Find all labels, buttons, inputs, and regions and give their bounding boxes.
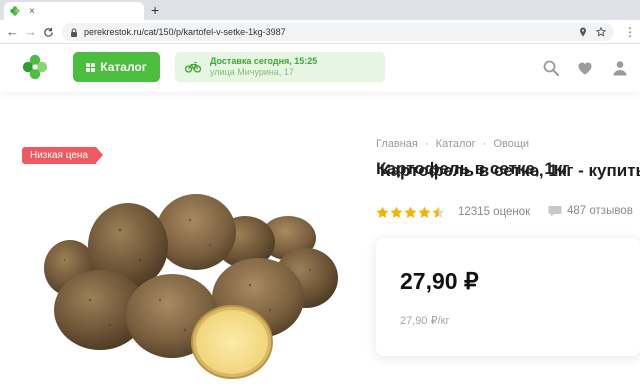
breadcrumb: Главная · Каталог · Овощи xyxy=(376,138,529,150)
url-text: perekrestok.ru/cat/150/p/kartofel-v-setk… xyxy=(84,27,286,37)
breadcrumb-home[interactable]: Главная xyxy=(376,138,418,150)
price-card: 27,90 ₽ 27,90 ₽/кг xyxy=(376,238,640,356)
heart-icon[interactable] xyxy=(577,60,593,76)
delivery-time: Доставка сегодня, 15:25 xyxy=(210,56,318,66)
rating-stars[interactable] xyxy=(376,205,445,219)
ratings-count[interactable]: 12315 оценок xyxy=(458,206,530,218)
browser-toolbar: ← → perekrestok.ru/cat/150/p/kartofel-v-… xyxy=(0,20,640,44)
delivery-address: улица Мичурина, 17 xyxy=(210,67,294,77)
star-full-icon xyxy=(418,206,431,218)
star-full-icon xyxy=(390,206,403,218)
reviews-count: 487 отзывов xyxy=(567,205,633,217)
catalog-button[interactable]: Каталог xyxy=(73,52,160,82)
perekrestok-favicon-icon xyxy=(10,6,20,16)
reviews-link[interactable]: 487 отзывов xyxy=(548,205,633,217)
unit-price: 27,90 ₽/кг xyxy=(400,315,450,327)
breadcrumb-vegetables[interactable]: Овощи xyxy=(493,138,529,150)
catalog-label: Каталог xyxy=(100,60,147,74)
grid-icon xyxy=(86,62,96,72)
perekrestok-logo-icon[interactable] xyxy=(22,54,48,80)
product-title: Картофель в сетке, 1кг xyxy=(376,159,570,178)
breadcrumb-separator: · xyxy=(482,138,487,150)
star-half-icon xyxy=(432,206,445,218)
lock-icon xyxy=(71,27,77,37)
star-full-icon xyxy=(376,206,389,218)
bicycle-icon xyxy=(185,61,201,73)
user-icon[interactable] xyxy=(612,60,628,76)
bookmark-star-icon[interactable] xyxy=(596,27,606,37)
browser-tab[interactable]: Картофель в сетке, 1кг - купить × xyxy=(4,2,640,180)
address-bar[interactable]: perekrestok.ru/cat/150/p/kartofel-v-setk… xyxy=(62,23,614,41)
browser-tab-bar: Картофель в сетке, 1кг - купить × + xyxy=(0,0,640,180)
reload-icon[interactable] xyxy=(43,27,54,38)
new-tab-button[interactable]: + xyxy=(151,2,159,18)
comment-bubble-icon xyxy=(548,206,562,217)
site-header: Каталог Доставка сегодня, 15:25 улица Ми… xyxy=(0,44,640,92)
forward-button[interactable]: → xyxy=(24,24,37,40)
star-full-icon xyxy=(404,206,417,218)
breadcrumb-separator: · xyxy=(424,138,429,150)
breadcrumb-catalog[interactable]: Каталог xyxy=(436,138,476,150)
search-icon[interactable] xyxy=(543,60,559,76)
tab-close-icon[interactable]: × xyxy=(29,6,35,17)
location-icon[interactable] xyxy=(579,27,587,37)
low-price-badge: Низкая цена xyxy=(22,147,104,164)
delivery-info[interactable]: Доставка сегодня, 15:25 улица Мичурина, … xyxy=(175,52,385,82)
potato-product-image xyxy=(44,194,338,379)
price: 27,90 ₽ xyxy=(400,268,479,294)
back-button[interactable]: ← xyxy=(6,24,19,40)
browser-menu-button[interactable]: ⋮ xyxy=(624,24,636,40)
